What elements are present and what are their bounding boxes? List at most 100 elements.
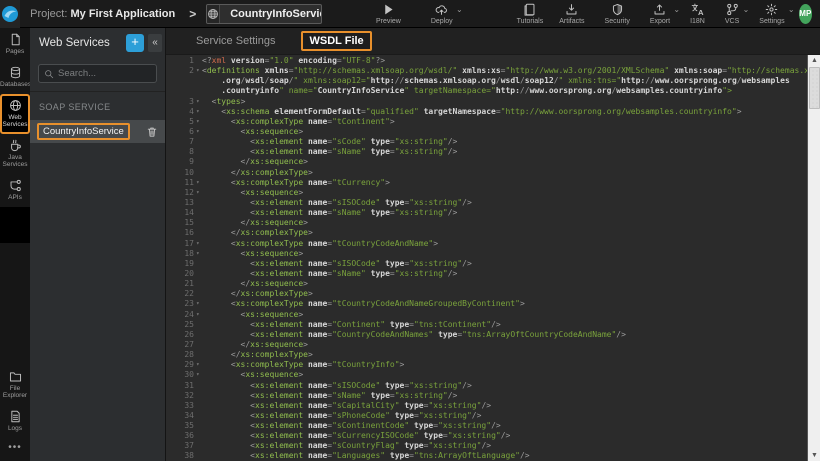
code-row: 26 <xs:element name="CountryCodeAndNames… [166, 330, 807, 340]
code-text: .countryinfo" name="CountryInfoService" … [202, 86, 807, 96]
code-text: <xs:sequence> [202, 127, 807, 137]
sidebar-item-pages[interactable]: Pages [0, 28, 30, 61]
scrollbar-down-arrow-icon[interactable]: ▼ [808, 450, 820, 461]
tab-wsdl-file[interactable]: WSDL File [301, 31, 371, 51]
artifacts-icon [565, 3, 578, 17]
code-text: </xs:sequence> [202, 157, 807, 167]
delete-service-icon[interactable] [146, 126, 158, 138]
line-number: 16 [166, 228, 196, 238]
code-text: <xs:sequence> [202, 370, 807, 380]
scrollbar-thumb[interactable] [809, 67, 820, 109]
java-services-icon [9, 139, 22, 152]
service-list-item[interactable]: CountryInfoService [30, 120, 165, 143]
code-text: <types> [202, 97, 807, 107]
code-text: <xs:element name="Languages" type="tns:A… [202, 451, 807, 461]
artifacts-label: Artifacts [559, 18, 584, 25]
sidebar-item-web-services[interactable]: Web Services [0, 94, 30, 134]
vcs-button[interactable]: ⌄VCS [717, 0, 747, 28]
sidebar-item-databases[interactable]: Databases [0, 61, 30, 94]
sidebar-item-apis[interactable]: APIs [0, 174, 30, 207]
chevron-down-icon: ⌄ [788, 5, 795, 14]
sidebar-item-java-services[interactable]: Java Services [0, 134, 30, 174]
deploy-label: Deploy [431, 18, 453, 25]
deploy-button[interactable]: ⌄Deploy [423, 0, 461, 28]
sidebar-more-button[interactable]: ••• [0, 438, 30, 453]
chevron-down-icon: ⌄ [456, 5, 463, 14]
sidebar-item-label: Logs [0, 425, 30, 432]
code-row: 3▾ <types> [166, 97, 807, 107]
chevron-right-icon: > [189, 7, 196, 21]
apis-icon [9, 179, 22, 192]
code-row: .countryinfo" name="CountryInfoService" … [166, 86, 807, 96]
code-text: <xs:element name="sISOCode" type="xs:str… [202, 381, 807, 391]
line-number: 21 [166, 279, 196, 289]
open-service-tab[interactable]: CountryInfoService ▦ [206, 4, 322, 24]
sidebar-item-label: Pages [0, 48, 30, 55]
code-row: 21 </xs:sequence> [166, 279, 807, 289]
line-number: 5 [166, 117, 196, 127]
tab-service-settings[interactable]: Service Settings [196, 35, 275, 47]
settings-button[interactable]: ⌄ Settings [751, 0, 792, 28]
panel-title: Web Services [39, 37, 126, 49]
code-text: </xs:complexType> [202, 289, 807, 299]
sidebar-item-label: Databases [0, 81, 30, 88]
settings-label: Settings [759, 18, 784, 25]
code-row: 37 <xs:element name="sCountryFlag" type=… [166, 441, 807, 451]
code-text: <?xml version="1.0" encoding="UTF-8"?> [202, 56, 807, 66]
sidebar-item-logs[interactable]: Logs [0, 405, 30, 438]
topbar-right-actions: Artifacts Security ⌄ExportAI18N⌄VCS ⌄ Settin… [551, 0, 792, 28]
app-logo[interactable] [0, 0, 20, 28]
line-number: 6 [166, 127, 196, 137]
editor-scrollbar[interactable]: ▲ ▼ [807, 55, 820, 461]
code-row: 20 <xs:element name="sName" type="xs:str… [166, 269, 807, 279]
line-number: 12 [166, 188, 196, 198]
code-row: 28 </xs:complexType> [166, 350, 807, 360]
code-text: <xs:element name="sCurrencyISOCode" type… [202, 431, 807, 441]
line-number: 25 [166, 320, 196, 330]
code-text: <xs:element name="sName" type="xs:string… [202, 269, 807, 279]
preview-button[interactable]: Preview [368, 0, 409, 28]
code-row: 11▾ <xs:complexType name="tCurrency"> [166, 178, 807, 188]
line-number: 23 [166, 299, 196, 309]
line-number: 33 [166, 401, 196, 411]
soap-service-section-label: SOAP SERVICE [30, 91, 165, 120]
code-row: 27 </xs:sequence> [166, 340, 807, 350]
line-number: 11 [166, 178, 196, 188]
code-text: <xs:element name="sPhoneCode" type="xs:s… [202, 411, 807, 421]
line-number: 27 [166, 340, 196, 350]
search-input[interactable] [58, 68, 151, 79]
i18n-label: I18N [690, 18, 705, 25]
security-button[interactable]: Security [597, 0, 638, 28]
scrollbar-up-arrow-icon[interactable]: ▲ [808, 55, 820, 66]
line-number: 26 [166, 330, 196, 340]
service-tab-label: CountryInfoService [220, 5, 322, 23]
export-button[interactable]: ⌄Export [642, 0, 678, 28]
artifacts-button[interactable]: Artifacts [551, 0, 592, 28]
code-text: <xs:complexType name="tCountryCodeAndNam… [202, 299, 807, 309]
tutorials-button[interactable]: Tutorials [509, 0, 552, 28]
sidebar-item-file-explorer[interactable]: File Explorer [0, 365, 30, 405]
code-text: <xs:element name="sISOCode" type="xs:str… [202, 198, 807, 208]
search-icon [44, 69, 54, 79]
tutorials-label: Tutorials [517, 18, 544, 25]
sidebar-bottom-group: File Explorer Logs ••• [0, 365, 30, 453]
code-text: </xs:sequence> [202, 279, 807, 289]
code-text: <xs:element name="sContinentCode" type="… [202, 421, 807, 431]
settings-icon [765, 3, 778, 17]
code-row: 38 <xs:element name="Languages" type="tn… [166, 451, 807, 461]
left-nav-sidebar: Pages Databases Web ServicesJava ServicesA… [0, 28, 30, 461]
code-row: 15 </xs:sequence> [166, 218, 807, 228]
code-row: 14 <xs:element name="sName" type="xs:str… [166, 208, 807, 218]
topbar-left-actions: Preview ⌄Deploy Tutorials [368, 0, 551, 28]
wsdl-code-editor[interactable]: 1<?xml version="1.0" encoding="UTF-8"?>2… [166, 55, 820, 461]
collapse-panel-button[interactable]: « [148, 34, 162, 52]
code-text: <xs:complexType name="tContinent"> [202, 117, 807, 127]
user-avatar[interactable]: MP [799, 4, 812, 24]
tutorials-icon [523, 3, 536, 17]
deploy-icon [435, 3, 448, 17]
line-number: 31 [166, 381, 196, 391]
security-label: Security [605, 18, 630, 25]
databases-icon [9, 66, 22, 79]
i18n-button[interactable]: AI18N [682, 0, 713, 28]
add-service-button[interactable]: + [126, 34, 144, 52]
